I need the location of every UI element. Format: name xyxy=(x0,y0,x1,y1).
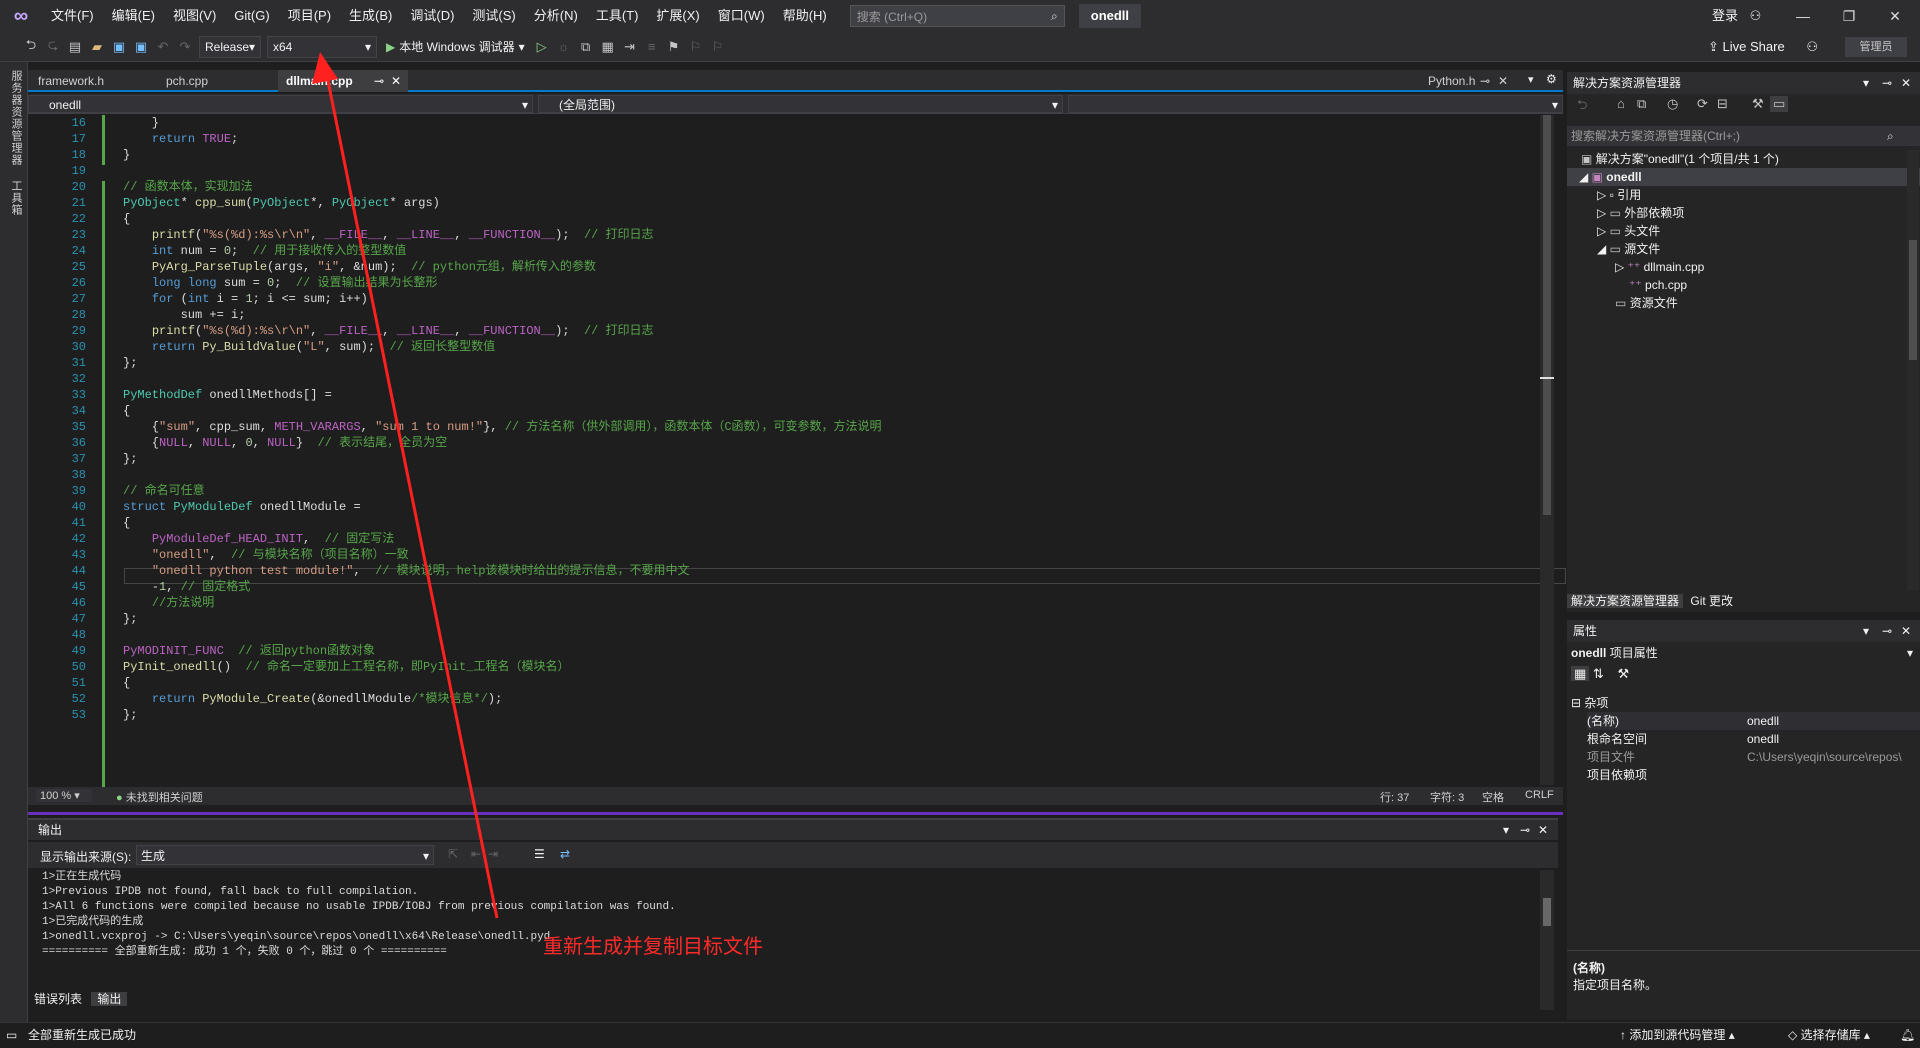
annotation-text: 重新生成并复制目标文件 xyxy=(543,934,763,958)
select-repository-label: 选择存储库 xyxy=(1800,1028,1861,1042)
status-bar: ▭ 全部重新生成已成功 ↑ 添加到源代码管理 ▴ ◇ 选择存储库 ▴ 🔔︎ xyxy=(0,1022,1920,1048)
add-to-source-control-label: 添加到源代码管理 xyxy=(1629,1028,1726,1042)
status-message: 全部重新生成已成功 xyxy=(28,1028,137,1042)
annotation-arrow xyxy=(312,52,499,919)
repository-icon: ◇ xyxy=(1788,1028,1798,1042)
select-repository-button[interactable]: ◇ 选择存储库 ▴ xyxy=(1788,1023,1870,1047)
add-to-source-control-button[interactable]: ↑ 添加到源代码管理 ▴ xyxy=(1620,1023,1735,1047)
status-icon: ▭ xyxy=(6,1028,18,1042)
notifications-icon[interactable]: 🔔︎ xyxy=(1900,1023,1915,1047)
